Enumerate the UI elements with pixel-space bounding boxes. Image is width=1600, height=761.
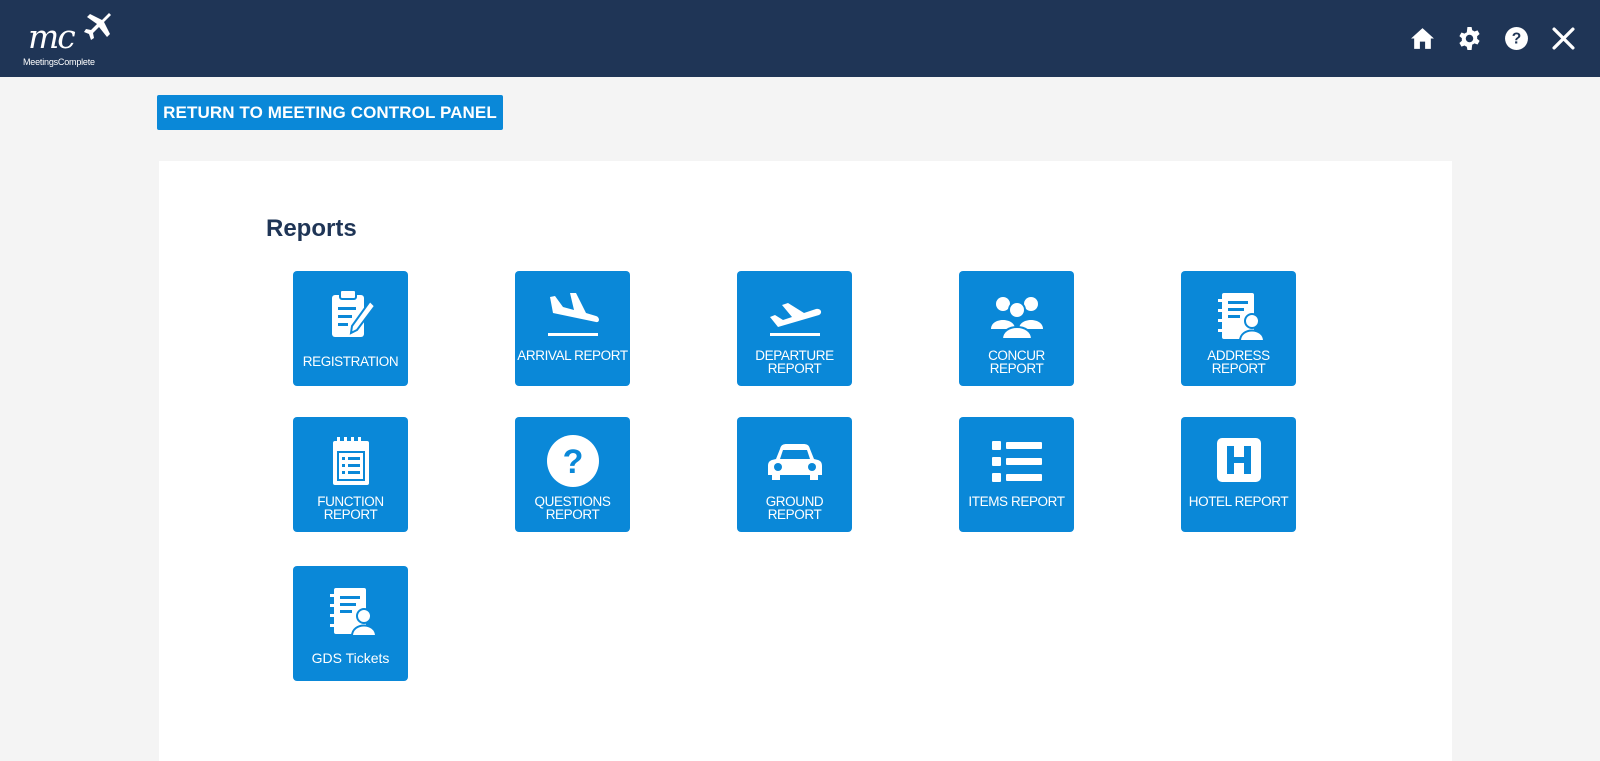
question-circle-icon: ? <box>546 435 599 487</box>
address-book-icon <box>1217 293 1265 342</box>
reports-panel: Reports REGISTRATION ARRIVAL REPORT DEPA… <box>159 161 1452 761</box>
tile-label: ADDRESS REPORT <box>1207 348 1270 376</box>
plane-landing-icon <box>547 293 599 336</box>
report-tile-gds-tickets[interactable]: GDS Tickets <box>293 566 408 681</box>
gear-icon[interactable] <box>1455 24 1484 53</box>
tile-label: CONCUR REPORT <box>988 348 1045 376</box>
report-tile-questions[interactable]: ? QUESTIONS REPORT <box>515 417 630 532</box>
report-tile-ground[interactable]: GROUND REPORT <box>737 417 852 532</box>
tile-label: ARRIVAL REPORT <box>517 348 628 363</box>
report-tile-address[interactable]: ADDRESS REPORT <box>1181 271 1296 386</box>
page-title: Reports <box>266 215 357 242</box>
tile-label: DEPARTURE REPORT <box>755 348 834 376</box>
hotel-icon <box>1216 438 1261 482</box>
tile-label: QUESTIONS REPORT <box>534 494 611 522</box>
svg-text:?: ? <box>1512 31 1522 48</box>
report-tile-arrival[interactable]: ARRIVAL REPORT <box>515 271 630 386</box>
tile-label: FUNCTION REPORT <box>317 494 384 522</box>
top-bar: mc MeetingsComplete ? <box>0 0 1600 77</box>
report-tile-concur[interactable]: CONCUR REPORT <box>959 271 1074 386</box>
calendar-list-icon <box>332 437 369 485</box>
svg-text:?: ? <box>562 443 583 481</box>
help-icon[interactable]: ? <box>1502 24 1531 53</box>
tile-label: GROUND REPORT <box>765 494 824 522</box>
clipboard-edit-icon <box>331 289 376 337</box>
logo-plane-icon <box>84 13 111 40</box>
report-tile-registration[interactable]: REGISTRATION <box>293 271 408 386</box>
tile-label: ITEMS REPORT <box>968 494 1065 509</box>
report-tile-items[interactable]: ITEMS REPORT <box>959 417 1074 532</box>
plane-takeoff-icon <box>769 303 821 336</box>
tile-label: REGISTRATION <box>302 354 399 369</box>
address-book-icon <box>329 588 377 637</box>
car-icon <box>767 444 822 480</box>
close-icon[interactable] <box>1549 24 1578 53</box>
logo-subtext: MeetingsComplete <box>23 57 95 67</box>
home-icon[interactable] <box>1408 24 1437 53</box>
tile-label: GDS Tickets <box>311 650 390 666</box>
users-group-icon <box>990 297 1043 340</box>
logo-mark: mc <box>28 17 76 56</box>
report-tile-departure[interactable]: DEPARTURE REPORT <box>737 271 852 386</box>
return-to-control-panel-button[interactable]: RETURN TO MEETING CONTROL PANEL <box>157 95 503 130</box>
tile-label: HOTEL REPORT <box>1188 494 1289 509</box>
report-tile-function[interactable]: FUNCTION REPORT <box>293 417 408 532</box>
meetingscomplete-logo[interactable]: mc MeetingsComplete <box>22 10 122 70</box>
report-tile-hotel[interactable]: HOTEL REPORT <box>1181 417 1296 532</box>
header-actions: ? <box>1408 24 1578 54</box>
list-icon <box>991 441 1042 482</box>
